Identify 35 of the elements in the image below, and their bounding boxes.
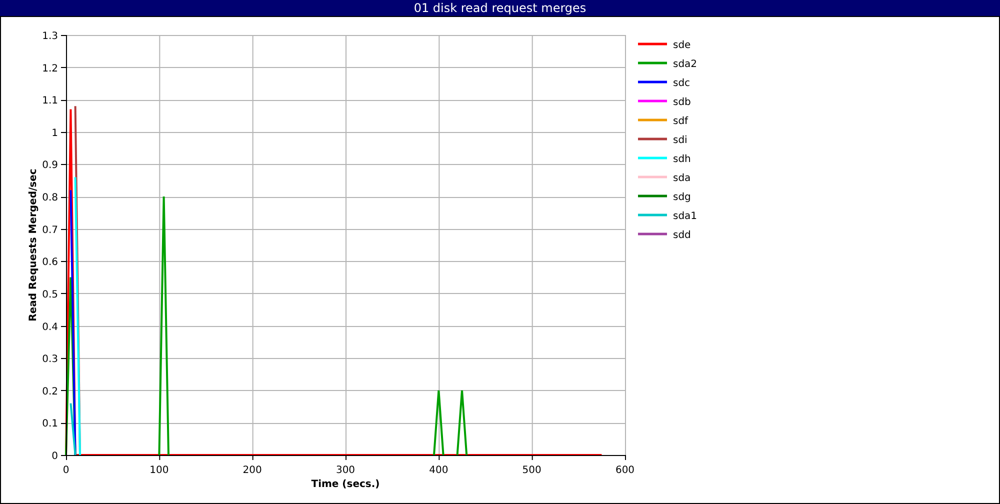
x-axis-title: Time (secs.) bbox=[311, 479, 380, 490]
legend-label: sdh bbox=[673, 154, 691, 165]
y-tick-label: 0 bbox=[52, 451, 58, 462]
legend-label: sda2 bbox=[673, 59, 698, 70]
y-tick-label: 1 bbox=[52, 128, 58, 139]
legend-label: sda1 bbox=[673, 211, 698, 222]
y-tick-label: 0.3 bbox=[42, 354, 58, 366]
y-tick-label: 1.3 bbox=[42, 31, 58, 42]
y-tick-label: 0.6 bbox=[42, 257, 58, 268]
y-tick-label: 0.5 bbox=[42, 289, 58, 300]
y-tick-label: 0.1 bbox=[42, 418, 58, 430]
y-axis-title: Read Requests Merged/sec bbox=[28, 168, 39, 322]
x-tick-label: 600 bbox=[615, 465, 635, 476]
x-tick-label: 100 bbox=[150, 465, 169, 476]
x-tick-label: 500 bbox=[522, 465, 542, 476]
y-tick-label: 0.9 bbox=[42, 160, 58, 172]
legend-label: sdc bbox=[673, 78, 690, 89]
x-tick-label: 400 bbox=[429, 465, 448, 476]
legend-label: sdf bbox=[673, 116, 688, 127]
y-tick-label: 1.1 bbox=[42, 96, 58, 107]
y-tick-label: 1.2 bbox=[42, 63, 58, 74]
x-tick-label: 300 bbox=[336, 465, 356, 476]
legend-label: sda bbox=[673, 173, 691, 184]
x-tick-label: 200 bbox=[242, 465, 262, 476]
y-tick-label: 0.8 bbox=[42, 192, 58, 204]
chart-title: 01 disk read request merges bbox=[0, 0, 1000, 16]
x-tick-label: 0 bbox=[62, 465, 70, 476]
legend-label: sde bbox=[673, 40, 691, 51]
y-tick-label: 0.4 bbox=[42, 322, 58, 333]
legend-label: sdb bbox=[673, 97, 691, 108]
legend-label: sdg bbox=[673, 192, 691, 203]
y-tick-label: 0.7 bbox=[42, 224, 58, 236]
y-tick-label: 0.2 bbox=[42, 386, 58, 398]
legend-label: sdi bbox=[673, 135, 688, 146]
legend-label: sdd bbox=[673, 230, 691, 241]
